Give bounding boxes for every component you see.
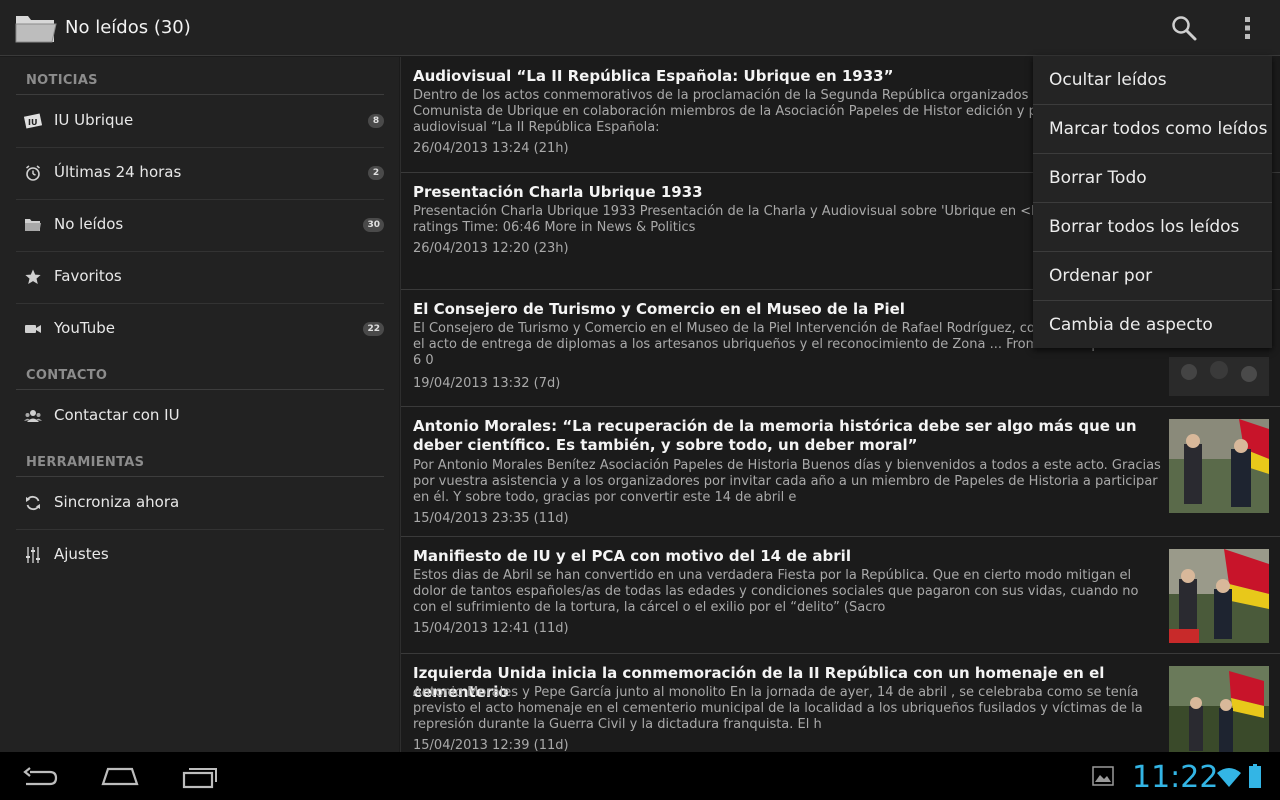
- article-date: 15/04/2013 12:39 (11d): [413, 738, 569, 752]
- sidebar-item-label: Sincroniza ahora: [54, 493, 180, 511]
- article-date: 15/04/2013 12:41 (11d): [413, 621, 569, 636]
- people-icon: [24, 410, 42, 422]
- recent-apps-icon[interactable]: [180, 764, 220, 790]
- article-thumbnail: [1169, 666, 1269, 752]
- search-icon[interactable]: [1170, 14, 1198, 42]
- menu-item-ocultar-leidos[interactable]: Ocultar leídos: [1033, 56, 1272, 105]
- section-header-herramientas: HERRAMIENTAS: [26, 455, 145, 470]
- menu-item-label: Ocultar leídos: [1049, 70, 1167, 90]
- iu-logo-icon: IU: [24, 113, 42, 129]
- sidebar-item-ajustes[interactable]: Ajustes: [16, 529, 384, 581]
- sidebar-item-label: Ajustes: [54, 545, 109, 563]
- article-date: 15/04/2013 23:35 (11d): [413, 511, 569, 526]
- page-title: No leídos (30): [65, 17, 191, 38]
- unread-count-badge: 2: [368, 166, 384, 180]
- menu-item-label: Borrar todos los leídos: [1049, 217, 1240, 237]
- article-date: 26/04/2013 13:24 (21h): [413, 141, 569, 156]
- sidebar-item-label: Contactar con IU: [54, 406, 180, 424]
- unread-count-badge: 22: [363, 322, 384, 336]
- menu-item-marcar-todos-leidos[interactable]: Marcar todos como leídos: [1033, 105, 1272, 154]
- menu-item-ordenar-por[interactable]: Ordenar por: [1033, 252, 1272, 301]
- section-header-noticias: NOTICIAS: [26, 73, 98, 88]
- menu-item-label: Marcar todos como leídos: [1049, 119, 1268, 139]
- sidebar-item-no-leidos[interactable]: No leídos 30: [16, 199, 384, 251]
- clock[interactable]: 11:22: [1132, 760, 1218, 795]
- article-thumbnail: [1169, 549, 1269, 643]
- overflow-menu: Ocultar leídos Marcar todos como leídos …: [1033, 56, 1272, 348]
- back-icon[interactable]: [20, 764, 60, 790]
- svg-text:IU: IU: [28, 118, 37, 127]
- article-title: Antonio Morales: “La recuperación de la …: [413, 417, 1137, 454]
- star-icon: [25, 269, 41, 284]
- menu-item-label: Ordenar por: [1049, 266, 1153, 286]
- system-navigation-bar: 11:22: [0, 752, 1280, 800]
- article-description: Antonio Morales y Pepe García junto al m…: [413, 685, 1143, 732]
- sidebar-item-youtube[interactable]: YouTube 22: [16, 303, 384, 355]
- article-description: Por Antonio Morales Benítez Asociación P…: [413, 458, 1161, 505]
- menu-item-label: Cambia de aspecto: [1049, 315, 1213, 335]
- unread-count-badge: 8: [368, 114, 384, 128]
- menu-item-borrar-todo[interactable]: Borrar Todo: [1033, 154, 1272, 203]
- wifi-icon: [1217, 768, 1241, 787]
- alarm-clock-icon: [26, 165, 40, 181]
- sidebar-item-contactar[interactable]: Contactar con IU: [16, 390, 384, 442]
- action-bar: No leídos (30): [0, 0, 1280, 56]
- sidebar: NOTICIAS IU IU Ubrique 8 Últimas 24 hora…: [0, 57, 399, 752]
- overflow-menu-icon[interactable]: [1234, 14, 1262, 42]
- list-item[interactable]: Manifiesto de IU y el PCA con motivo del…: [401, 537, 1280, 654]
- sidebar-item-label: IU Ubrique: [54, 111, 134, 129]
- sidebar-item-iu-ubrique[interactable]: IU IU Ubrique 8: [16, 95, 384, 147]
- menu-item-borrar-leidos[interactable]: Borrar todos los leídos: [1033, 203, 1272, 252]
- sidebar-item-ultimas-24-horas[interactable]: Últimas 24 horas 2: [16, 147, 384, 199]
- sidebar-item-favoritos[interactable]: Favoritos: [16, 251, 384, 303]
- sync-icon: [26, 495, 40, 511]
- sidebar-item-label: Últimas 24 horas: [54, 163, 182, 181]
- article-date: 26/04/2013 12:20 (23h): [413, 241, 569, 256]
- article-thumbnail: [1169, 419, 1269, 513]
- home-icon[interactable]: [100, 764, 140, 790]
- sidebar-item-label: No leídos: [54, 215, 124, 233]
- folder-icon: [25, 219, 41, 231]
- sidebar-item-label: Favoritos: [54, 267, 122, 285]
- article-title: Manifiesto de IU y el PCA con motivo del…: [413, 547, 851, 565]
- section-header-contacto: CONTACTO: [26, 368, 108, 383]
- menu-item-label: Borrar Todo: [1049, 168, 1147, 188]
- gallery-notification-icon[interactable]: [1092, 766, 1114, 786]
- folder-icon[interactable]: [14, 12, 58, 44]
- menu-item-cambia-aspecto[interactable]: Cambia de aspecto: [1033, 301, 1272, 350]
- article-description: Estos dias de Abril se han convertido en…: [413, 568, 1139, 615]
- article-date: 19/04/2013 13:32 (7d): [413, 376, 561, 391]
- battery-icon: [1249, 764, 1261, 788]
- sliders-icon: [26, 547, 40, 563]
- sidebar-item-sincroniza[interactable]: Sincroniza ahora: [16, 477, 384, 529]
- video-camera-icon: [25, 325, 41, 333]
- list-item[interactable]: Izquierda Unida inicia la conmemoración …: [401, 654, 1280, 752]
- unread-count-badge: 30: [363, 218, 384, 232]
- list-item[interactable]: Antonio Morales: “La recuperación de la …: [401, 407, 1280, 537]
- sidebar-item-label: YouTube: [54, 319, 115, 337]
